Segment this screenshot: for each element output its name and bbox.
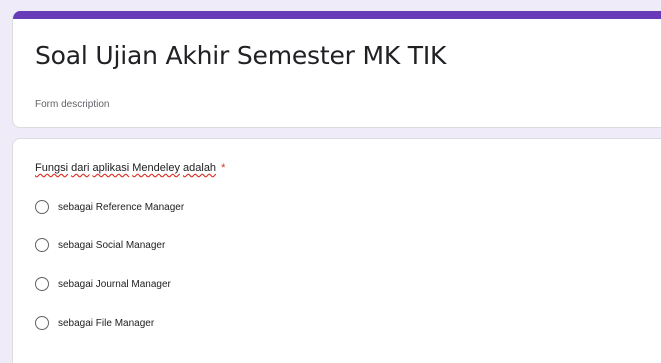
form-title: Soal Ujian Akhir Semester MK TIK: [35, 41, 447, 70]
question-word: Mendeley: [132, 162, 180, 174]
option-label: sebagai File Manager: [58, 317, 155, 329]
question-word: Fungsi: [35, 162, 69, 174]
form-header-card: Soal Ujian Akhir Semester MK TIK Form de…: [12, 11, 661, 128]
option-label: sebagai Reference Manager: [58, 201, 185, 213]
question-title: Fungsi dari aplikasi Mendeley adalah *: [35, 162, 225, 174]
question-word: aplikasi: [92, 162, 130, 174]
option-journal-manager[interactable]: sebagai Journal Manager: [35, 277, 171, 291]
radio-button[interactable]: [35, 200, 49, 214]
option-reference-manager[interactable]: sebagai Reference Manager: [35, 200, 184, 214]
option-label: sebagai Social Manager: [58, 239, 166, 251]
form-page: Soal Ujian Akhir Semester MK TIK Form de…: [0, 0, 661, 363]
option-label: sebagai Journal Manager: [58, 278, 171, 290]
header-accent-bar: [13, 11, 661, 19]
question-card: Fungsi dari aplikasi Mendeley adalah * s…: [12, 138, 661, 363]
radio-button[interactable]: [35, 277, 49, 291]
radio-button[interactable]: [35, 316, 49, 330]
required-marker: *: [221, 162, 226, 174]
radio-button[interactable]: [35, 238, 49, 252]
option-file-manager[interactable]: sebagai File Manager: [35, 316, 154, 330]
form-description: Form description: [35, 99, 110, 110]
question-word: adalah: [183, 162, 217, 174]
option-social-manager[interactable]: sebagai Social Manager: [35, 238, 165, 252]
question-word: dari: [71, 162, 90, 174]
